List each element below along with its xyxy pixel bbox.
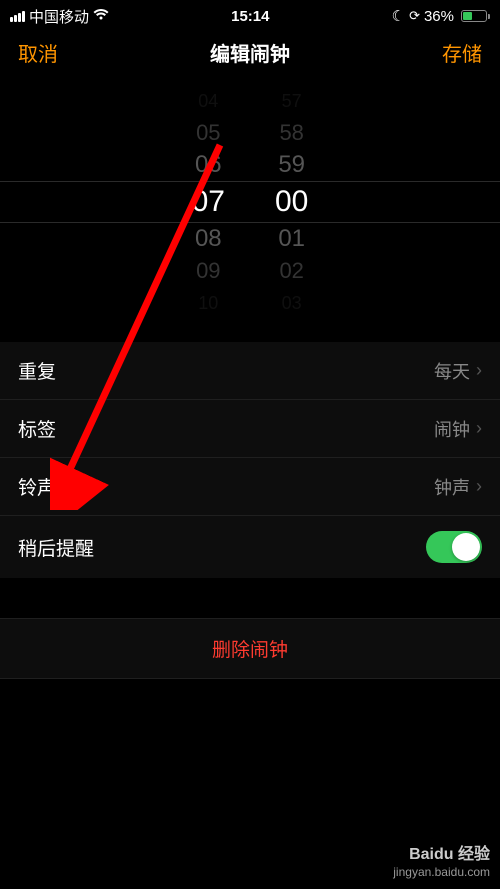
chevron-right-icon: ›: [476, 476, 482, 497]
repeat-label: 重复: [18, 357, 56, 384]
moon-icon: ☾: [392, 7, 405, 25]
picker-item-selected: 00: [275, 181, 308, 223]
watermark: Baidu 经验 jingyan.baidu.com: [393, 845, 490, 881]
minute-picker[interactable]: 57 58 59 00 01 02 03: [275, 89, 308, 314]
picker-item: 09: [196, 255, 220, 287]
picker-item: 08: [195, 223, 222, 255]
picker-item: 58: [279, 117, 303, 149]
wifi-icon: [93, 8, 109, 25]
status-time: 15:14: [231, 8, 269, 25]
label-label: 标签: [18, 415, 56, 442]
picker-item: 05: [196, 117, 220, 149]
chevron-right-icon: ›: [476, 360, 482, 381]
time-picker[interactable]: 04 05 06 07 08 09 10 57 58 59 00 01 02 0…: [0, 89, 500, 314]
battery-pct: 36%: [424, 8, 454, 25]
page-title: 编辑闹钟: [210, 38, 290, 67]
picker-item: 02: [279, 255, 303, 287]
label-row[interactable]: 标签 闹钟 ›: [0, 400, 500, 458]
cancel-button[interactable]: 取消: [18, 38, 58, 67]
snooze-toggle[interactable]: [426, 531, 482, 563]
snooze-label: 稍后提醒: [18, 534, 94, 561]
repeat-value: 每天: [434, 358, 470, 384]
watermark-url: jingyan.baidu.com: [393, 865, 490, 881]
label-value: 闹钟: [434, 416, 470, 442]
settings-list: 重复 每天 › 标签 闹钟 › 铃声 钟声 › 稍后提醒: [0, 342, 500, 578]
picker-item: 59: [278, 149, 305, 181]
rotation-lock-icon: ⟳: [409, 8, 420, 24]
picker-item: 57: [282, 89, 302, 117]
sound-value: 钟声: [434, 474, 470, 500]
carrier-label: 中国移动: [29, 6, 89, 27]
sound-label: 铃声: [18, 473, 56, 500]
status-left: 中国移动: [10, 6, 109, 27]
watermark-brand: Baidu 经验: [393, 845, 490, 866]
snooze-row: 稍后提醒: [0, 516, 500, 578]
picker-item: 06: [195, 149, 222, 181]
picker-item-selected: 07: [192, 181, 225, 223]
repeat-row[interactable]: 重复 每天 ›: [0, 342, 500, 400]
delete-alarm-button[interactable]: 删除闹钟: [0, 619, 500, 678]
status-right: ☾ ⟳ 36%: [392, 7, 490, 25]
picker-item: 03: [282, 287, 302, 315]
delete-section: 删除闹钟: [0, 618, 500, 679]
save-button[interactable]: 存储: [442, 38, 482, 67]
chevron-right-icon: ›: [476, 418, 482, 439]
picker-item: 04: [198, 89, 218, 117]
signal-icon: [10, 11, 25, 22]
sound-row[interactable]: 铃声 钟声 ›: [0, 458, 500, 516]
picker-item: 01: [278, 223, 305, 255]
hour-picker[interactable]: 04 05 06 07 08 09 10: [192, 89, 225, 314]
nav-bar: 取消 编辑闹钟 存储: [0, 28, 500, 81]
battery-icon: [458, 10, 490, 22]
status-bar: 中国移动 15:14 ☾ ⟳ 36%: [0, 0, 500, 28]
picker-item: 10: [198, 287, 218, 315]
